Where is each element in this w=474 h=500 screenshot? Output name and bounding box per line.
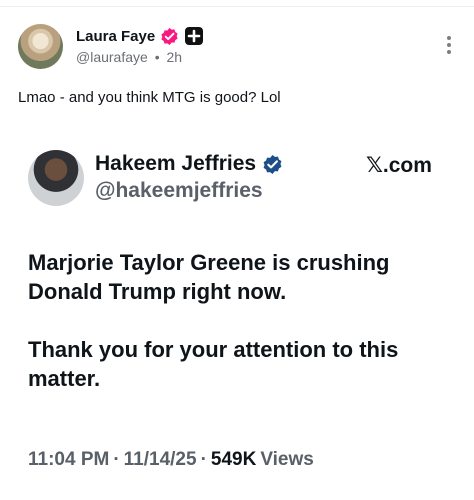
- stats-separator: ·: [113, 449, 120, 470]
- avatar[interactable]: [18, 24, 63, 69]
- embedded-author-name: Hakeem Jeffries: [95, 152, 257, 175]
- x-icon: 𝕏: [366, 153, 383, 177]
- x-logo: 𝕏.com: [366, 153, 432, 178]
- embedded-date: 11/14/25: [123, 449, 197, 470]
- embedded-paragraph: Thank you for your attention to this mat…: [28, 337, 399, 391]
- verified-badge-icon: [161, 27, 178, 45]
- embedded-tweet-body: Marjorie Taylor Greene is crushing Donal…: [28, 248, 458, 422]
- meta-separator: •: [154, 49, 160, 65]
- embedded-time: 11:04 PM: [28, 449, 110, 470]
- embedded-author-handle: @hakeemjeffries: [95, 179, 263, 202]
- author-name[interactable]: Laura Faye: [76, 28, 155, 45]
- more-vertical-icon[interactable]: [442, 36, 456, 58]
- post-time[interactable]: 2h: [167, 49, 183, 65]
- verified-badge-icon: [263, 154, 282, 174]
- post-text: Lmao - and you think MTG is good? Lol: [18, 89, 281, 106]
- author-handle[interactable]: @laurafaye: [76, 49, 148, 65]
- embedded-avatar: [28, 150, 84, 206]
- embedded-tweet-image[interactable]: Hakeem Jeffries @hakeemjeffries 𝕏.com Ma…: [28, 150, 458, 490]
- embedded-paragraph: Marjorie Taylor Greene is crushing Donal…: [28, 250, 390, 304]
- post-header: Laura Faye @laurafaye • 2h: [18, 24, 458, 74]
- post-meta: @laurafaye • 2h: [76, 49, 185, 65]
- plus-badge-icon: [185, 27, 204, 45]
- views-count: 549K: [210, 449, 257, 470]
- top-divider: [0, 6, 474, 7]
- x-logo-label: .com: [382, 154, 432, 177]
- stats-separator: ·: [200, 449, 207, 470]
- author-line: Laura Faye: [76, 26, 204, 46]
- views-label: Views: [260, 449, 314, 470]
- embedded-author-line: Hakeem Jeffries: [95, 152, 283, 176]
- embedded-stats: 11:04 PM · 11/14/25 · 549K Views: [28, 449, 314, 471]
